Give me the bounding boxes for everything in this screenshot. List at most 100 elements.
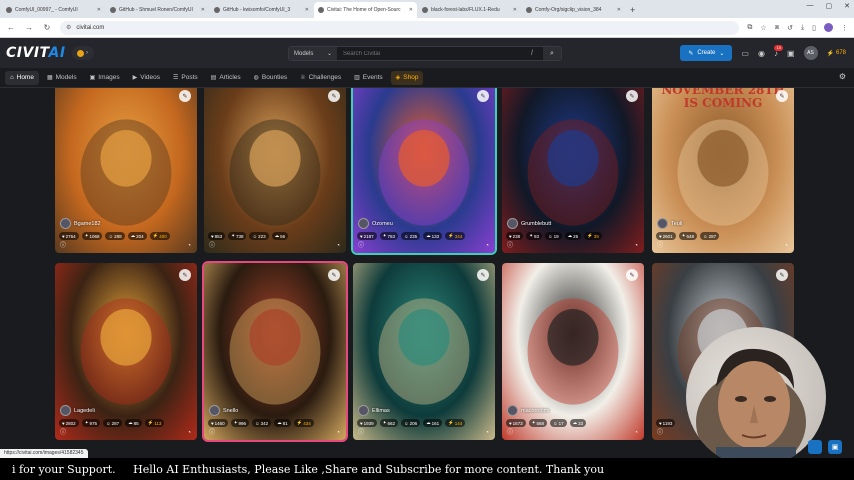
- image-card-fire-lion[interactable]: ✎ Ozomeu ♥ 2187 ✦ 763 ☺ 235 ☁ 133 ⚡ 344 ⓘ ◔: [353, 88, 495, 253]
- image-card-apple-tart[interactable]: ✎ Lagedeli ♥ 2802 ✦ 975 ☺ 287 ☁ 85 ⚡ 113 ⓘ ◔: [55, 263, 197, 440]
- generation-data-icon[interactable]: ◔: [187, 243, 191, 249]
- browser-tab[interactable]: GitHub - Shmuel Ronen/ComfyUI ✕: [106, 2, 209, 18]
- reaction-count[interactable]: ♥ 1460: [208, 419, 228, 427]
- remix-icon[interactable]: ✎: [328, 269, 340, 281]
- remix-icon[interactable]: ✎: [776, 269, 788, 281]
- install-app-icon[interactable]: ⧉: [747, 24, 752, 32]
- reaction-count[interactable]: ⚡ 113: [144, 419, 165, 427]
- reaction-count[interactable]: ⚡ 400: [149, 232, 170, 240]
- reaction-count[interactable]: ♥ 2601: [656, 232, 676, 240]
- reaction-count[interactable]: ☁ 56: [271, 232, 289, 240]
- eye-icon[interactable]: ◉: [758, 49, 765, 58]
- reaction-count[interactable]: ♥ 1673: [506, 419, 526, 427]
- browser-tab[interactable]: Comfy-Org/sigclip_vision_384 ✕: [522, 2, 625, 18]
- shop-cart-icon[interactable]: ▣: [787, 49, 795, 58]
- close-tab-icon[interactable]: ✕: [97, 7, 101, 13]
- generation-data-icon[interactable]: ◔: [485, 243, 489, 249]
- civitai-logo[interactable]: CIVITAI: [6, 45, 66, 61]
- url-field[interactable]: ⚙ civitai.com: [60, 20, 740, 35]
- info-icon[interactable]: ⓘ: [358, 427, 364, 436]
- close-tab-icon[interactable]: ✕: [409, 7, 413, 13]
- reaction-count[interactable]: ⚡ 144: [445, 419, 466, 427]
- info-icon[interactable]: ⓘ: [657, 427, 663, 436]
- generation-data-icon[interactable]: ◔: [485, 430, 489, 436]
- reaction-count[interactable]: ♥ 2764: [59, 232, 79, 240]
- reaction-count[interactable]: ✦ 568: [528, 419, 547, 427]
- info-icon[interactable]: ⓘ: [60, 240, 66, 249]
- reaction-count[interactable]: ✦ 648: [678, 232, 697, 240]
- card-author[interactable]: Bgame182: [60, 218, 101, 229]
- info-icon[interactable]: ⓘ: [60, 427, 66, 436]
- history-icon[interactable]: ↺: [787, 24, 793, 32]
- nav-item-posts[interactable]: ☰ Posts: [168, 71, 203, 85]
- generation-data-icon[interactable]: ◔: [634, 243, 638, 249]
- close-tab-icon[interactable]: ✕: [617, 7, 621, 13]
- nav-item-videos[interactable]: ▶ Videos: [128, 71, 165, 85]
- info-icon[interactable]: ⓘ: [657, 240, 663, 249]
- nav-item-images[interactable]: ▣ Images: [85, 71, 125, 85]
- reaction-count[interactable]: ✦ 662: [379, 419, 398, 427]
- reaction-count[interactable]: ⚡ 434: [293, 419, 314, 427]
- bell-icon[interactable]: ♪ 10: [774, 44, 783, 58]
- remix-icon[interactable]: ✎: [776, 90, 788, 102]
- forward-icon[interactable]: →: [24, 23, 34, 32]
- browser-menu-icon[interactable]: ⋮: [841, 24, 848, 32]
- remix-icon[interactable]: ✎: [179, 90, 191, 102]
- card-author[interactable]: Teuli: [657, 218, 682, 229]
- reaction-count[interactable]: ☁ 25: [564, 232, 582, 240]
- generation-data-icon[interactable]: ◔: [187, 430, 191, 436]
- close-window-icon[interactable]: ✕: [844, 2, 850, 10]
- reaction-count[interactable]: ✦ 93: [526, 232, 542, 240]
- nav-item-shop[interactable]: ◈ Shop: [390, 70, 424, 85]
- close-tab-icon[interactable]: ✕: [513, 7, 517, 13]
- card-author[interactable]: macoronimi: [507, 405, 549, 416]
- nav-item-models[interactable]: ▦ Models: [42, 71, 82, 85]
- split-view-icon[interactable]: ▯: [812, 24, 816, 32]
- remix-icon[interactable]: ✎: [626, 269, 638, 281]
- card-author[interactable]: Ellimas: [358, 405, 390, 416]
- theme-toggle[interactable]: ›: [71, 46, 94, 60]
- reaction-count[interactable]: ☺ 19: [544, 232, 562, 240]
- reaction-count[interactable]: ☁ 204: [127, 232, 147, 240]
- card-author[interactable]: Lagedeli: [60, 405, 95, 416]
- browser-tab[interactable]: Civitai: The Home of Open-Sourc ✕: [314, 2, 417, 18]
- remix-icon[interactable]: ✎: [626, 90, 638, 102]
- card-author[interactable]: Ozomeu: [358, 218, 393, 229]
- reaction-count[interactable]: ♥ 238: [506, 232, 524, 240]
- remix-icon[interactable]: ✎: [179, 269, 191, 281]
- reaction-count[interactable]: ✦ 975: [81, 419, 100, 427]
- reaction-count[interactable]: ✦ 763: [379, 232, 398, 240]
- image-card-dark-forest-path[interactable]: ✎ Grumblebutt ♥ 238 ✦ 93 ☺ 19 ☁ 25 ⚡ 39 ⓘ ◔: [502, 88, 644, 253]
- reaction-count[interactable]: ☁ 85: [125, 419, 142, 427]
- reload-icon[interactable]: ↻: [42, 23, 52, 32]
- monitor-icon[interactable]: ▭: [741, 49, 749, 58]
- back-icon[interactable]: ←: [6, 23, 16, 32]
- gear-icon[interactable]: ⚙: [839, 72, 846, 81]
- generation-data-icon[interactable]: ◔: [784, 243, 788, 249]
- reaction-count[interactable]: ✦ 1068: [81, 232, 103, 240]
- image-card-sea-elder[interactable]: ✎ Ellimas ♥ 1939 ✦ 662 ☺ 206 ☁ 161 ⚡ 144 ⓘ ◔: [353, 263, 495, 440]
- chat-button[interactable]: [808, 440, 822, 454]
- reaction-count[interactable]: ☺ 287: [699, 232, 720, 240]
- remix-icon[interactable]: ✎: [328, 90, 340, 102]
- search-input[interactable]: [337, 47, 531, 60]
- new-tab-button[interactable]: +: [626, 2, 639, 18]
- image-card-ink-portrait[interactable]: ✎ macoronimi ♥ 1673 ✦ 568 ☺ 17 ☁ 33 ⓘ ◔: [502, 263, 644, 440]
- reaction-count[interactable]: ♥ 2187: [357, 232, 377, 240]
- close-tab-icon[interactable]: ✕: [201, 7, 205, 13]
- reaction-count[interactable]: ♥ 2802: [59, 419, 79, 427]
- extensions-icon[interactable]: ⧈: [775, 24, 779, 32]
- reaction-count[interactable]: ☺ 206: [400, 419, 421, 427]
- generation-data-icon[interactable]: ◔: [336, 243, 340, 249]
- maximize-icon[interactable]: ▢: [826, 2, 833, 10]
- image-card-autumn-tree[interactable]: ✎ Bgame182 ♥ 2764 ✦ 1068 ☺ 288 ☁ 204 ⚡ 400 ⓘ ◔: [55, 88, 197, 253]
- reaction-count[interactable]: ☺ 235: [400, 232, 421, 240]
- search-category-select[interactable]: Models ⌄: [289, 47, 337, 60]
- reaction-count[interactable]: ☁ 33: [569, 419, 587, 427]
- download-icon[interactable]: ⤓: [801, 24, 804, 32]
- card-author[interactable]: Grumblebutt: [507, 218, 551, 229]
- reaction-count[interactable]: ✦ 996: [230, 419, 249, 427]
- nav-item-articles[interactable]: ▤ Articles: [206, 71, 246, 85]
- reaction-count[interactable]: ⚡ 39: [584, 232, 602, 240]
- nav-item-challenges[interactable]: ♕ Challenges: [295, 71, 346, 85]
